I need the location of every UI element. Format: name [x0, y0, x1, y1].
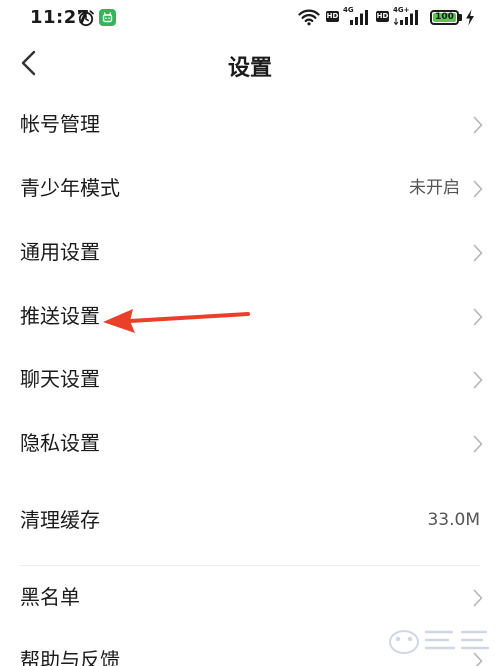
cache-size: 33.0M [427, 510, 480, 530]
app-header: 设置 [0, 40, 500, 90]
settings-item-label: 帐号管理 [20, 112, 100, 136]
section-divider [20, 565, 480, 566]
settings-item-chat[interactable]: 聊天设置 [0, 353, 500, 409]
hd-badge: HD [376, 11, 389, 22]
battery-percent: 100 [435, 12, 454, 22]
battery-tip [459, 14, 462, 21]
teen-mode-status: 未开启 [409, 178, 460, 198]
settings-item-label: 青少年模式 [20, 176, 120, 200]
settings-item-label: 清理缓存 [20, 508, 100, 532]
settings-item-label: 通用设置 [20, 240, 100, 264]
chevron-right-icon [473, 435, 483, 453]
hd-badge: HD [326, 11, 339, 22]
battery-icon: 100 [430, 10, 459, 25]
status-bar: 11:27 HD 4G HD 4G+ 100 [0, 0, 500, 36]
signal-icon [394, 10, 418, 25]
chevron-right-icon [473, 244, 483, 262]
chevron-right-icon [473, 308, 483, 326]
settings-item-account[interactable]: 帐号管理 [0, 98, 500, 154]
settings-item-blacklist[interactable]: 黑名单 [0, 571, 500, 627]
charging-icon [466, 9, 474, 26]
sim2-signal: HD 4G+ [376, 6, 426, 28]
chevron-right-icon [473, 589, 483, 607]
settings-item-push[interactable]: 推送设置 [0, 290, 500, 346]
settings-screen: 11:27 HD 4G HD 4G+ 100 设置 帐号管理 青少年模式 未开启… [0, 0, 500, 666]
settings-item-label: 隐私设置 [20, 431, 100, 455]
settings-item-clear-cache[interactable]: 清理缓存 33.0M [0, 494, 500, 550]
page-title: 设置 [227, 56, 272, 81]
settings-item-label: 黑名单 [20, 585, 80, 609]
chevron-right-icon [473, 180, 483, 198]
settings-item-privacy[interactable]: 隐私设置 [0, 417, 500, 473]
settings-item-label: 聊天设置 [20, 367, 100, 391]
settings-item-teen-mode[interactable]: 青少年模式 未开启 [0, 162, 500, 218]
sim1-signal: HD 4G [326, 6, 370, 28]
signal-icon [350, 10, 368, 25]
wifi-icon [298, 9, 320, 26]
settings-item-label: 帮助与反馈 [20, 648, 120, 666]
chevron-right-icon [473, 116, 483, 134]
annotation-arrow-icon [103, 309, 250, 333]
watermark-logo [389, 630, 490, 654]
alarm-icon [78, 10, 94, 27]
chevron-right-icon [473, 371, 483, 389]
app-notify-icon [99, 9, 116, 26]
settings-item-general[interactable]: 通用设置 [0, 226, 500, 282]
settings-item-label: 推送设置 [20, 304, 100, 328]
